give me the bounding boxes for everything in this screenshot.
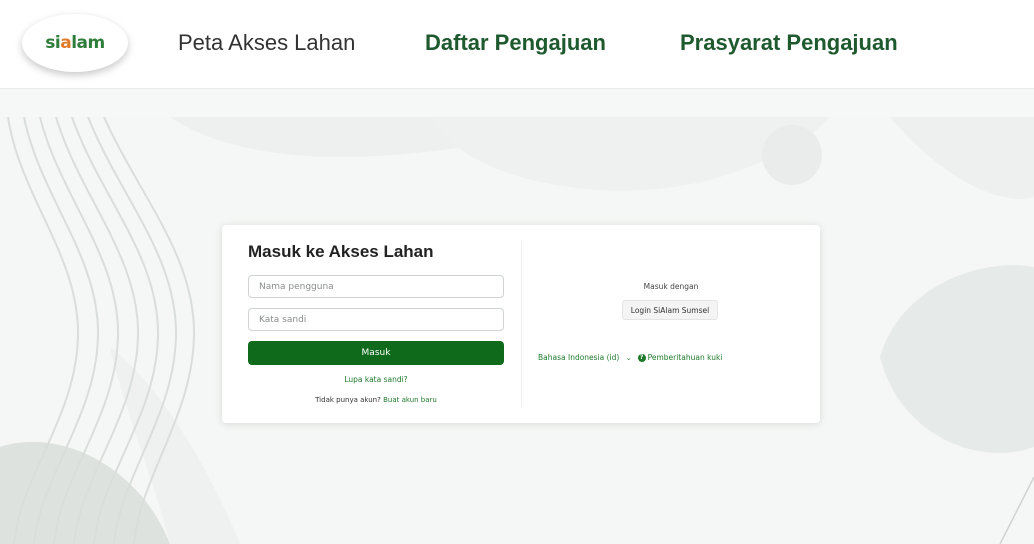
no-account-text: Tidak punya akun?: [315, 396, 381, 404]
nav-daftar-pengajuan[interactable]: Daftar Pengajuan: [425, 30, 606, 56]
nav-peta-akses-lahan[interactable]: Peta Akses Lahan: [178, 30, 355, 56]
logo-wordmark: sialam: [45, 33, 105, 53]
login-card: Masuk ke Akses Lahan Masuk Lupa kata san…: [222, 225, 820, 423]
site-logo[interactable]: sialam: [22, 14, 128, 72]
cookie-notice-link[interactable]: Pemberitahuan kuki: [648, 353, 723, 362]
signup-prompt: Tidak punya akun? Buat akun baru: [248, 396, 504, 404]
login-title: Masuk ke Akses Lahan: [248, 242, 434, 261]
card-footer: Bahasa Indonesia (id) ⌄ ? Pemberitahuan …: [538, 353, 722, 362]
oauth-label: Masuk dengan: [643, 282, 699, 291]
nav-prasyarat-pengajuan[interactable]: Prasyarat Pengajuan: [680, 30, 898, 56]
language-selector[interactable]: Bahasa Indonesia (id) ⌄: [538, 353, 638, 362]
header-spacer: [0, 89, 1034, 117]
login-button[interactable]: Masuk: [248, 341, 504, 365]
question-circle-icon: ?: [637, 353, 646, 362]
language-label: Bahasa Indonesia (id): [538, 353, 620, 362]
forgot-password-link[interactable]: Lupa kata sandi?: [248, 375, 504, 384]
signup-link[interactable]: Buat akun baru: [383, 396, 437, 404]
oauth-login-button[interactable]: Login SiAlam Sumsel: [622, 300, 718, 320]
site-header: sialam Peta Akses Lahan Daftar Pengajuan…: [0, 0, 1034, 89]
password-input[interactable]: [248, 308, 504, 331]
chevron-down-icon: ⌄: [625, 354, 632, 362]
card-divider: [521, 241, 522, 407]
username-input[interactable]: [248, 275, 504, 298]
